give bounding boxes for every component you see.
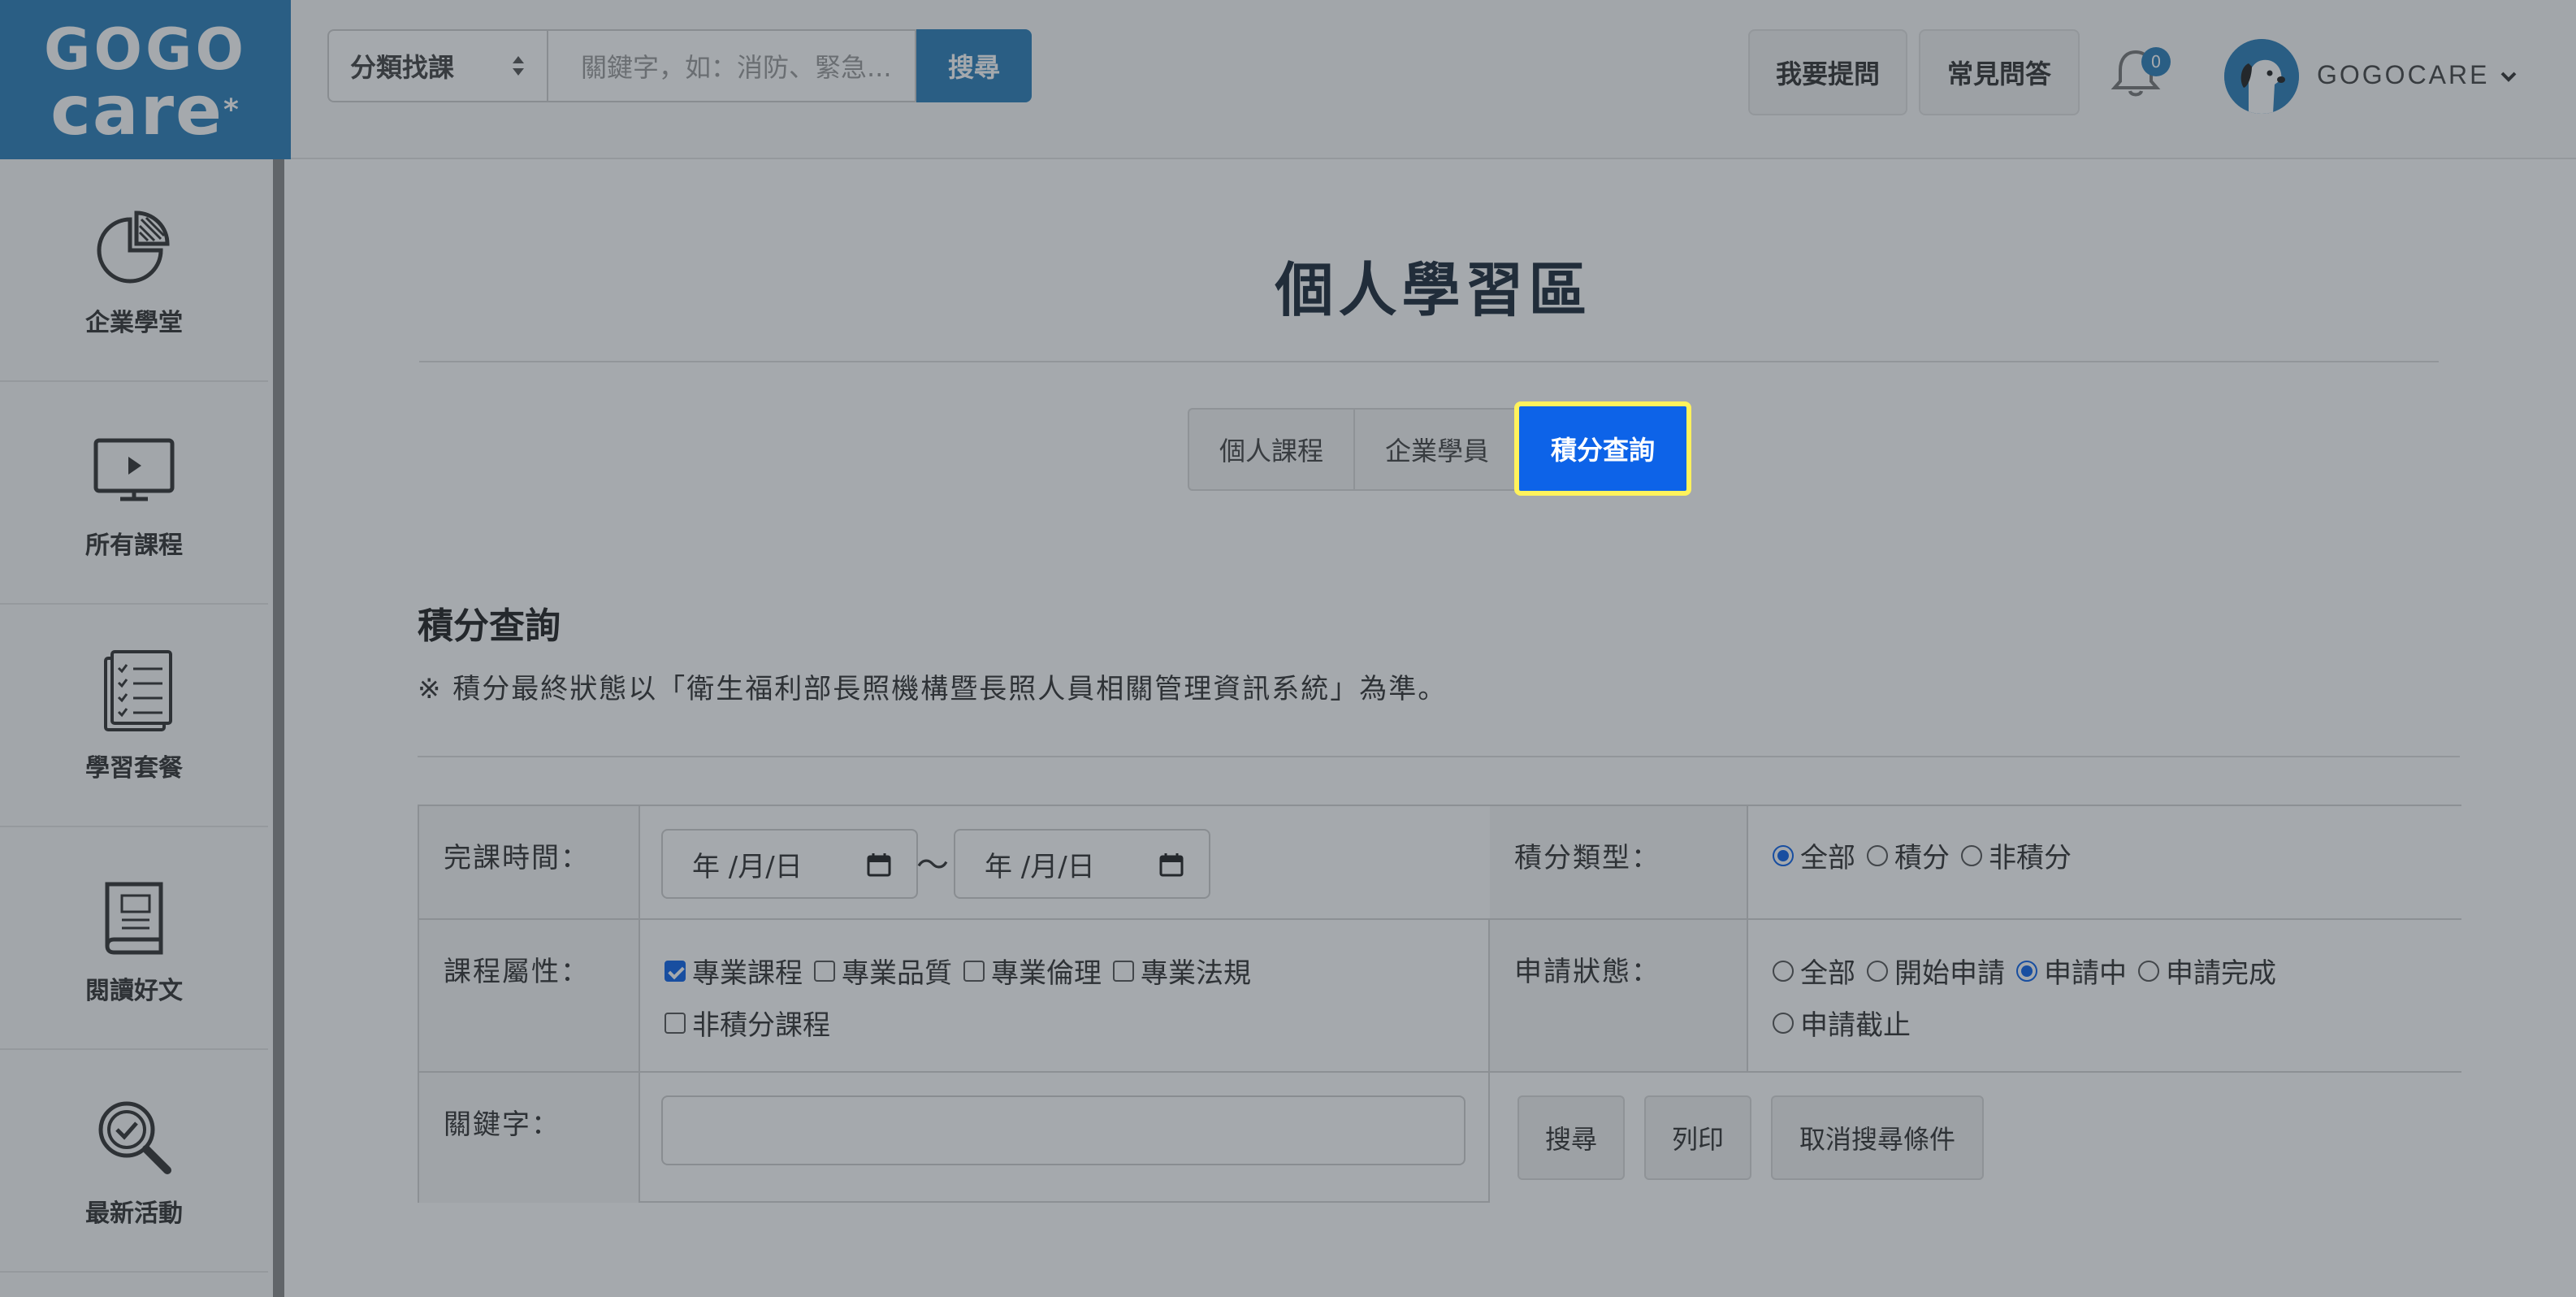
radio-label: 全部 [1800, 957, 1855, 990]
checkbox-label: 專業倫理 [991, 957, 1102, 990]
keyword-input[interactable] [661, 1095, 1466, 1165]
attr-professional-regulation-checkbox[interactable] [1113, 960, 1134, 982]
sidebar-item-all-courses[interactable]: 所有課程 [0, 382, 268, 605]
credit-type-non-credit-radio[interactable] [1961, 844, 1982, 866]
date-end-placeholder: 年 /月/日 [985, 850, 1095, 883]
sidebar-item-enterprise[interactable]: 企業學堂 [0, 159, 268, 382]
radio-label: 全部 [1800, 842, 1855, 874]
search-placeholder: 關鍵字，如：消防、緊急... [581, 52, 892, 83]
date-start-input[interactable]: 年 /月/日 [661, 829, 918, 899]
credit-type-all-radio[interactable] [1773, 844, 1794, 866]
print-button[interactable]: 列印 [1644, 1095, 1751, 1180]
tab-personal-courses[interactable]: 個人課程 [1188, 408, 1355, 491]
magnifier-check-icon [98, 1101, 171, 1174]
faq-button[interactable]: 常見問答 [1919, 29, 2080, 115]
search-form: 完課時間： 年 /月/日 〜 年 /月/日 積分類型： 全部 積分 非積分 課程… [418, 805, 2461, 1203]
form-search-button[interactable]: 搜尋 [1517, 1095, 1625, 1180]
avatar[interactable] [2224, 39, 2299, 114]
apply-status-field: 全部 開始申請 申請中 申請完成 申請截止 [1748, 920, 2461, 1073]
section-title: 積分查詢 [418, 605, 561, 647]
sidebar-item-label: 閱讀好文 [85, 977, 183, 1005]
radio-label: 開始申請 [1894, 957, 2005, 990]
logo-line2: care [50, 71, 224, 150]
credit-type-credit-radio[interactable] [1867, 844, 1888, 866]
sidebar-item-label: 最新活動 [85, 1199, 183, 1228]
sidebar-item-label: 所有課程 [85, 531, 183, 560]
search-input[interactable]: 關鍵字，如：消防、緊急... [547, 29, 916, 102]
notification-count-badge: 0 [2141, 47, 2171, 76]
credit-type-label: 積分類型： [1490, 806, 1748, 920]
checklist-icon [104, 650, 172, 731]
tab-enterprise-students[interactable]: 企業學員 [1355, 408, 1521, 491]
form-actions: 搜尋 列印 取消搜尋條件 [1490, 1073, 2461, 1203]
keyword-field [419, 1073, 1490, 1203]
radio-label: 積分 [1894, 842, 1950, 874]
logo[interactable]: GOGO care* [0, 0, 291, 159]
credit-type-field: 全部 積分 非積分 [1748, 806, 2461, 920]
attr-professional-ethics-checkbox[interactable] [963, 960, 985, 982]
completion-time-label: 完課時間： [419, 806, 640, 920]
header-search-button[interactable]: 搜尋 [916, 29, 1032, 102]
attr-professional-course-checkbox[interactable] [665, 960, 686, 982]
dog-avatar-icon [2224, 39, 2299, 114]
search-group: 分類找課 關鍵字，如：消防、緊急... 搜尋 [327, 29, 1032, 102]
select-arrows-icon [511, 54, 526, 77]
course-attr-label: 課程屬性： [419, 920, 640, 1073]
date-start-placeholder: 年 /月/日 [692, 850, 803, 883]
notice-text: ※ 積分最終狀態以「衛生福利部長照機構暨長照人員相關管理資訊系統」為準。 [418, 673, 1448, 705]
book-icon [105, 882, 163, 955]
status-all-radio[interactable] [1773, 960, 1794, 982]
sidebar-item-learning-package[interactable]: 學習套餐 [0, 605, 268, 827]
checkbox-label: 專業品質 [842, 957, 952, 990]
monitor-play-icon [93, 438, 175, 501]
radio-label: 申請中 [2044, 957, 2127, 990]
pie-chart-icon [97, 210, 170, 284]
sidebar-item-reading[interactable]: 閱讀好文 [0, 827, 268, 1050]
attr-non-credit-course-checkbox[interactable] [665, 1012, 686, 1034]
calendar-icon[interactable] [866, 852, 892, 878]
sidebar-item-label: 企業學堂 [85, 309, 183, 337]
divider [418, 756, 2460, 757]
attr-professional-quality-checkbox[interactable] [814, 960, 835, 982]
date-end-input[interactable]: 年 /月/日 [954, 829, 1210, 899]
status-complete-radio[interactable] [2138, 960, 2159, 982]
tab-credit-query[interactable]: 積分查詢 [1514, 401, 1691, 496]
calendar-icon[interactable] [1158, 852, 1184, 878]
status-applying-radio[interactable] [2016, 960, 2037, 982]
radio-label: 申請完成 [2166, 957, 2276, 990]
status-start-apply-radio[interactable] [1867, 960, 1888, 982]
tab-bar: 個人課程 企業學員 [1188, 408, 1521, 491]
radio-label: 非積分 [1989, 842, 2072, 874]
top-bar: GOGO care* 分類找課 關鍵字，如：消防、緊急... 搜尋 我要提問 常… [0, 0, 2576, 159]
logo-line1: GOGO [44, 16, 247, 83]
logo-mark: * [223, 93, 240, 127]
checkbox-label: 專業法規 [1141, 957, 1251, 990]
sidebar-item-latest-events[interactable]: 最新活動 [0, 1050, 268, 1273]
apply-status-label: 申請狀態： [1490, 920, 1748, 1073]
checkbox-label: 非積分課程 [692, 1009, 830, 1042]
page-title: 個人學習區 [1275, 256, 1592, 324]
ask-question-button[interactable]: 我要提問 [1748, 29, 1907, 115]
category-select-label: 分類找課 [350, 52, 455, 83]
radio-label: 申請截止 [1800, 1009, 1911, 1042]
category-select[interactable]: 分類找課 [327, 29, 547, 102]
chevron-down-icon[interactable] [2497, 65, 2520, 88]
checkbox-label: 專業課程 [692, 957, 803, 990]
username[interactable]: GOGOCARE [2317, 60, 2489, 90]
sidebar-item-label: 學習套餐 [85, 754, 183, 783]
divider [419, 361, 2439, 362]
status-closed-radio[interactable] [1773, 1012, 1794, 1034]
date-separator: 〜 [916, 847, 949, 884]
course-attr-field: 專業課程 專業品質 專業倫理 專業法規 非積分課程 [640, 920, 1490, 1073]
sidebar: 企業學堂 所有課程 學習套餐 閱讀好文 最新活動 [0, 159, 284, 1297]
clear-search-button[interactable]: 取消搜尋條件 [1771, 1095, 1984, 1180]
